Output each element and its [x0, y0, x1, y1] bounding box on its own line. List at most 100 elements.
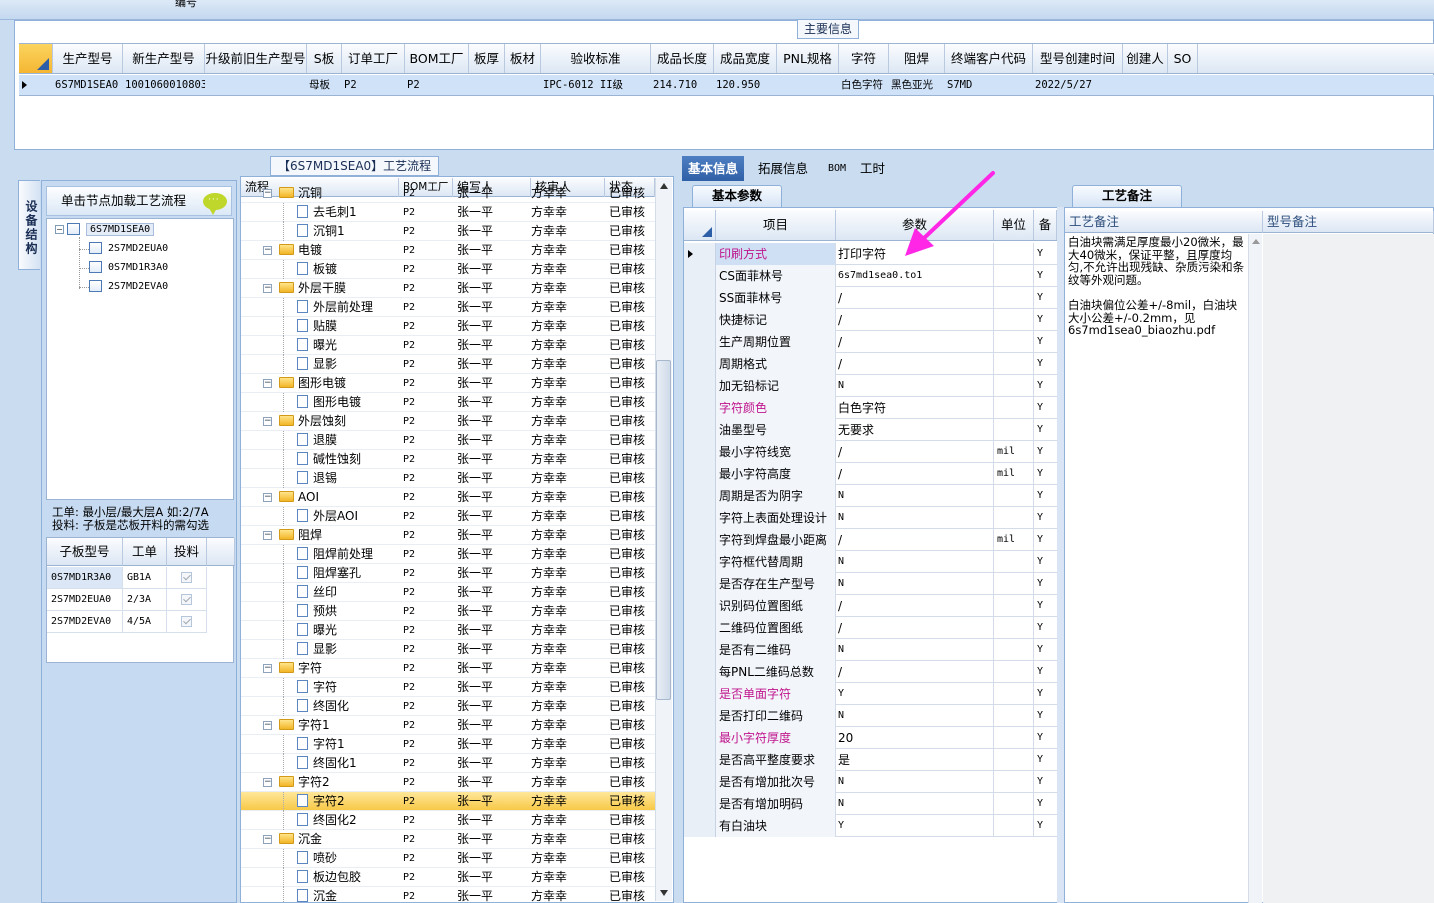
flow-row[interactable]: 终固化1 P2 张一平 方幸幸 已审核: [241, 754, 655, 773]
subgrid-col-header[interactable]: 投料: [167, 538, 207, 566]
flow-row[interactable]: 退锡 P2 张一平 方幸幸 已审核: [241, 469, 655, 488]
grid-col-header[interactable]: 生产型号: [53, 44, 123, 73]
tree-collapse-toggle[interactable]: −: [263, 379, 272, 388]
param-row[interactable]: 生产周期位置 / Y: [684, 331, 1057, 353]
param-flag[interactable]: Y: [1034, 815, 1057, 837]
param-value[interactable]: N: [836, 573, 994, 595]
param-splitter[interactable]: [1057, 207, 1064, 903]
subgrid-cell-order[interactable]: 2/3A: [123, 589, 167, 611]
param-value[interactable]: N: [836, 793, 994, 815]
param-row[interactable]: SS面菲林号 / Y: [684, 287, 1057, 309]
param-row[interactable]: CS面菲林号 6s7md1sea0.to1 Y: [684, 265, 1057, 287]
grid-col-header[interactable]: 成品宽度: [714, 44, 777, 73]
param-grid-corner[interactable]: [684, 210, 716, 240]
param-col-header[interactable]: 参数: [836, 210, 994, 240]
flow-row[interactable]: − 外层蚀刻 P2 张一平 方幸幸 已审核: [241, 412, 655, 431]
param-value[interactable]: 无要求: [836, 419, 994, 441]
param-row[interactable]: 是否有增加批次号 N Y: [684, 771, 1057, 793]
tree-collapse-toggle[interactable]: −: [263, 835, 272, 844]
scroll-up-icon[interactable]: [660, 183, 668, 189]
flow-row[interactable]: − 图形电镀 P2 张一平 方幸幸 已审核: [241, 374, 655, 393]
flow-row[interactable]: 阻焊塞孔 P2 张一平 方幸幸 已审核: [241, 564, 655, 583]
flow-row[interactable]: 沉铜1 P2 张一平 方幸幸 已审核: [241, 222, 655, 241]
tree-collapse-toggle[interactable]: −: [263, 493, 272, 502]
param-col-header[interactable]: 项目: [716, 210, 836, 240]
param-flag[interactable]: Y: [1034, 397, 1057, 419]
param-flag[interactable]: Y: [1034, 265, 1057, 287]
grid-col-header[interactable]: 型号创建时间: [1033, 44, 1123, 73]
param-value[interactable]: N: [836, 375, 994, 397]
grid-col-header[interactable]: PNL规格: [777, 44, 839, 73]
flow-row[interactable]: − 外层干膜 P2 张一平 方幸幸 已审核: [241, 279, 655, 298]
grid-col-header[interactable]: 新生产型号: [123, 44, 205, 73]
tree-node-child[interactable]: 2S7MD2EUA0: [89, 240, 168, 258]
param-flag[interactable]: Y: [1034, 771, 1057, 793]
flow-row[interactable]: 外层AOI P2 张一平 方幸幸 已审核: [241, 507, 655, 526]
param-flag[interactable]: Y: [1034, 661, 1057, 683]
subgrid-cell-order[interactable]: 4/5A: [123, 611, 167, 633]
basic-params-tab[interactable]: 基本参数: [692, 185, 782, 207]
param-value[interactable]: /: [836, 287, 994, 309]
flow-row[interactable]: 显影 P2 张一平 方幸幸 已审核: [241, 640, 655, 659]
flow-row[interactable]: − 沉铜 P2 张一平 方幸幸 已审核: [241, 184, 655, 203]
param-flag[interactable]: Y: [1034, 331, 1057, 353]
flow-scroll-thumb[interactable]: [656, 360, 671, 700]
param-flag[interactable]: Y: [1034, 309, 1057, 331]
tree-collapse-toggle[interactable]: −: [263, 721, 272, 730]
right-tab[interactable]: 基本信息: [682, 156, 745, 181]
feed-checkbox[interactable]: [181, 615, 192, 627]
param-flag[interactable]: Y: [1034, 617, 1057, 639]
flow-row[interactable]: 预烘 P2 张一平 方幸幸 已审核: [241, 602, 655, 621]
tree-collapse-toggle[interactable]: −: [263, 417, 272, 426]
grid-select-all-corner[interactable]: [19, 44, 53, 73]
param-value[interactable]: 20: [836, 727, 994, 749]
subgrid-cell-feed[interactable]: [167, 611, 207, 633]
tree-collapse-toggle[interactable]: −: [263, 664, 272, 673]
feed-checkbox[interactable]: [181, 593, 192, 605]
flow-row[interactable]: − 电镀 P2 张一平 方幸幸 已审核: [241, 241, 655, 260]
tree-collapse-toggle[interactable]: −: [263, 189, 272, 198]
param-value[interactable]: /: [836, 331, 994, 353]
grid-col-header[interactable]: 阻焊: [889, 44, 945, 73]
param-value[interactable]: /: [836, 617, 994, 639]
flow-row[interactable]: 字符1 P2 张一平 方幸幸 已审核: [241, 735, 655, 754]
remark-col-header[interactable]: 型号备注: [1263, 211, 1434, 233]
tree-node-child[interactable]: 2S7MD2EVA0: [89, 278, 168, 296]
param-row[interactable]: 周期格式 / Y: [684, 353, 1057, 375]
param-value[interactable]: /: [836, 661, 994, 683]
param-flag[interactable]: Y: [1034, 529, 1057, 551]
param-row[interactable]: 印刷方式 打印字符 Y: [684, 243, 1057, 265]
param-value[interactable]: N: [836, 771, 994, 793]
grid-col-header[interactable]: 订单工厂: [342, 44, 405, 73]
param-row[interactable]: 周期是否为阴字 N Y: [684, 485, 1057, 507]
param-flag[interactable]: Y: [1034, 705, 1057, 727]
param-row[interactable]: 识别码位置图纸 / Y: [684, 595, 1057, 617]
param-flag[interactable]: Y: [1034, 441, 1057, 463]
grid-col-header[interactable]: 验收标准: [541, 44, 651, 73]
param-row[interactable]: 是否单面字符 Y Y: [684, 683, 1057, 705]
tree-collapse-toggle[interactable]: −: [55, 225, 64, 234]
param-flag[interactable]: Y: [1034, 683, 1057, 705]
param-row[interactable]: 二维码位置图纸 / Y: [684, 617, 1057, 639]
param-row[interactable]: 字符框代替周期 N Y: [684, 551, 1057, 573]
param-value[interactable]: /: [836, 529, 994, 551]
flow-row[interactable]: 图形电镀 P2 张一平 方幸幸 已审核: [241, 393, 655, 412]
flow-row[interactable]: 板边包胶 P2 张一平 方幸幸 已审核: [241, 868, 655, 887]
flow-row[interactable]: 阻焊前处理 P2 张一平 方幸幸 已审核: [241, 545, 655, 564]
grid-col-header[interactable]: 成品长度: [651, 44, 714, 73]
param-value[interactable]: /: [836, 441, 994, 463]
flow-row[interactable]: 终固化2 P2 张一平 方幸幸 已审核: [241, 811, 655, 830]
param-row[interactable]: 是否打印二维码 N Y: [684, 705, 1057, 727]
tree-collapse-toggle[interactable]: −: [263, 531, 272, 540]
param-row[interactable]: 字符到焊盘最小距离 / mil Y: [684, 529, 1057, 551]
param-flag[interactable]: Y: [1034, 639, 1057, 661]
flow-row[interactable]: 板镀 P2 张一平 方幸幸 已审核: [241, 260, 655, 279]
flow-row[interactable]: 贴膜 P2 张一平 方幸幸 已审核: [241, 317, 655, 336]
param-value[interactable]: 打印字符: [836, 243, 994, 265]
flow-row[interactable]: − 字符 P2 张一平 方幸幸 已审核: [241, 659, 655, 678]
param-row[interactable]: 最小字符线宽 / mil Y: [684, 441, 1057, 463]
grid-col-header[interactable]: 字符: [839, 44, 889, 73]
type-remark-area[interactable]: [1263, 234, 1434, 903]
flow-row[interactable]: − 字符2 P2 张一平 方幸幸 已审核: [241, 773, 655, 792]
param-flag[interactable]: Y: [1034, 551, 1057, 573]
